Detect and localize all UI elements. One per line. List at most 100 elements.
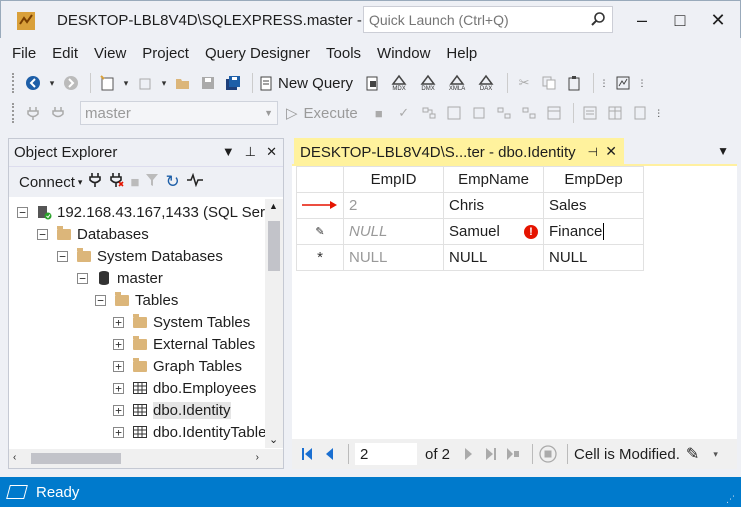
menu-edit[interactable]: Edit (52, 45, 90, 62)
toolbar-grip[interactable] (12, 73, 16, 93)
new-project-icon[interactable] (96, 72, 118, 94)
collapse-icon[interactable]: − (57, 250, 68, 262)
search-icon[interactable] (590, 11, 606, 27)
menu-project[interactable]: Project (142, 45, 201, 62)
tree-node-identity-table[interactable]: + dbo.IdentityTable (113, 421, 265, 443)
column-header-empname[interactable]: EmpName (443, 166, 544, 193)
cut-icon[interactable]: ✂ (513, 72, 535, 94)
pin-icon[interactable]: ⊣ (588, 145, 598, 159)
collapse-icon[interactable]: − (95, 294, 106, 306)
tab-dbo-identity[interactable]: DESKTOP-LBL8V4D\S...ter - dbo.Identity ⊣… (294, 138, 624, 166)
results-to-text-icon[interactable] (579, 102, 601, 124)
open-file-icon[interactable] (172, 72, 194, 94)
collapse-icon[interactable]: − (77, 272, 88, 284)
new-row-marker[interactable]: * (296, 244, 344, 271)
menu-query-designer[interactable]: Query Designer (205, 45, 322, 62)
tab-list-dropdown-icon[interactable]: ▼ (717, 144, 729, 158)
tree-node-external-tables[interactable]: + External Tables (113, 333, 255, 355)
tree-node-identity[interactable]: + dbo.Identity (113, 399, 231, 421)
previous-record-icon[interactable] (320, 444, 338, 464)
expand-icon[interactable]: + (113, 404, 124, 416)
disconnect-icon[interactable] (108, 172, 124, 192)
collapse-icon[interactable]: − (17, 206, 28, 218)
scroll-thumb[interactable] (268, 221, 280, 271)
expand-icon[interactable]: + (113, 338, 124, 350)
current-record-input[interactable]: 2 (355, 443, 417, 465)
paste-icon[interactable] (563, 72, 585, 94)
connect-icon[interactable] (22, 102, 44, 124)
live-stats-icon[interactable] (518, 102, 540, 124)
forward-icon[interactable] (60, 72, 82, 94)
copy-icon[interactable] (538, 72, 560, 94)
scroll-up-icon[interactable]: ▲ (269, 201, 278, 211)
activity-monitor-icon[interactable] (186, 172, 204, 191)
intellisense-icon[interactable] (468, 102, 490, 124)
collapse-icon[interactable]: − (37, 228, 48, 240)
include-plan-icon[interactable] (493, 102, 515, 124)
column-header-empid[interactable]: EmpID (343, 166, 444, 193)
tree-vertical-scrollbar[interactable]: ▲ ⌄ (265, 199, 283, 448)
column-header-empdep[interactable]: EmpDep (543, 166, 644, 193)
cell-empid[interactable]: 2 (343, 192, 444, 219)
cell-empdep[interactable]: NULL (543, 244, 644, 271)
dropdown-arrow-icon[interactable]: ▾ (121, 72, 131, 94)
menu-file[interactable]: File (12, 45, 48, 62)
back-icon[interactable] (22, 72, 44, 94)
scroll-thumb[interactable] (31, 453, 121, 464)
parse-icon[interactable]: ✓ (393, 102, 415, 124)
next-record-icon[interactable] (460, 444, 478, 464)
new-record-icon[interactable] (504, 444, 522, 464)
toolbar-overflow-icon[interactable]: ⋮ (654, 102, 664, 124)
minimize-button[interactable]: – (631, 9, 653, 31)
new-query-button[interactable]: New Query (258, 75, 353, 92)
results-to-grid-icon[interactable] (604, 102, 626, 124)
cell-empname[interactable]: NULL (443, 244, 544, 271)
scroll-right-icon[interactable]: › (256, 452, 259, 463)
toolbar-grip[interactable] (12, 103, 16, 123)
mdx-query-icon[interactable]: MDX (386, 72, 412, 94)
cell-empname[interactable]: Chris (443, 192, 544, 219)
activity-monitor-icon[interactable] (612, 72, 634, 94)
tree-node-employees[interactable]: + dbo.Employees (113, 377, 256, 399)
dmx-query-icon[interactable]: DMX (415, 72, 441, 94)
tree-node-tables[interactable]: − Tables (95, 289, 178, 311)
stop-icon[interactable]: ■ (130, 174, 139, 191)
current-row-arrow-icon[interactable] (296, 192, 344, 219)
row-header-corner[interactable] (296, 166, 344, 193)
error-icon[interactable]: ! (524, 225, 538, 239)
restore-button[interactable]: □ (669, 9, 691, 31)
plug-icon[interactable] (88, 172, 102, 192)
query-options-icon[interactable] (443, 102, 465, 124)
refresh-icon[interactable]: ↻ (165, 172, 179, 192)
expand-icon[interactable]: + (113, 382, 124, 394)
change-connection-icon[interactable] (47, 102, 69, 124)
scroll-left-icon[interactable]: ‹ (13, 452, 16, 463)
stop-record-icon[interactable] (539, 444, 557, 464)
close-icon[interactable]: ✕ (266, 144, 277, 160)
resize-grip-icon[interactable]: ▾ (713, 449, 718, 460)
pin-icon[interactable]: ⊥ (245, 144, 256, 160)
pencil-edit-icon[interactable]: ✎ (296, 218, 344, 245)
execute-button[interactable]: ▷ Execute (286, 104, 358, 123)
last-record-icon[interactable] (482, 444, 500, 464)
client-stats-icon[interactable] (543, 102, 565, 124)
expand-icon[interactable]: + (113, 316, 124, 328)
cell-empid[interactable]: NULL (343, 218, 444, 245)
panel-menu-icon[interactable]: ▼ (222, 144, 235, 160)
save-all-icon[interactable] (222, 72, 244, 94)
chevron-down-icon[interactable]: ⌄ (269, 433, 278, 446)
close-icon[interactable]: ✕ (605, 143, 617, 160)
cell-empname[interactable]: Samuel ! (443, 218, 544, 245)
expand-icon[interactable]: + (113, 426, 124, 438)
save-icon[interactable] (197, 72, 219, 94)
menu-help[interactable]: Help (446, 45, 489, 62)
cell-empid[interactable]: NULL (343, 244, 444, 271)
tree-node-master[interactable]: − master (77, 267, 163, 289)
first-record-icon[interactable] (298, 444, 316, 464)
quick-launch-input[interactable] (364, 7, 574, 32)
display-plan-icon[interactable] (418, 102, 440, 124)
resize-grip-icon[interactable]: ⋰ (726, 494, 735, 505)
menu-window[interactable]: Window (377, 45, 442, 62)
close-button[interactable]: ✕ (707, 9, 729, 31)
dax-query-icon[interactable]: DAX (473, 72, 499, 94)
